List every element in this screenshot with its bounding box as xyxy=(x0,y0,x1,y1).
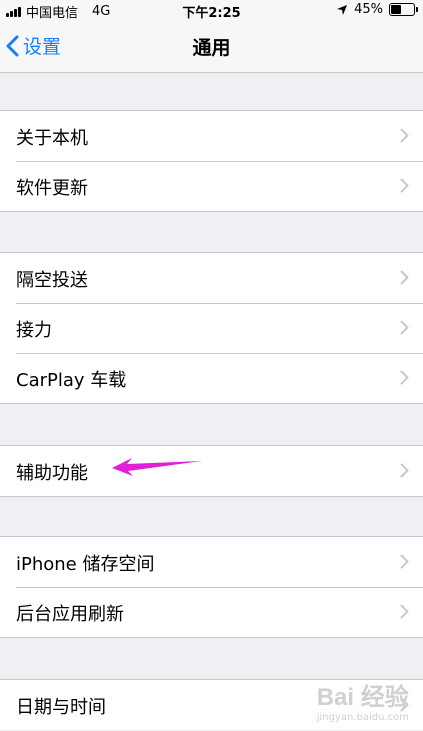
chevron-right-icon xyxy=(400,178,409,193)
watermark-logo: Bai 经验 xyxy=(316,684,409,711)
row-label: 后台应用刷新 xyxy=(16,604,124,625)
settings-group-accessibility: 辅助功能 xyxy=(0,445,423,497)
row-label: iPhone 储存空间 xyxy=(16,554,155,575)
settings-row-airdrop[interactable]: 隔空投送 xyxy=(0,253,423,303)
chevron-right-icon xyxy=(400,604,409,619)
page-title: 通用 xyxy=(192,37,231,59)
row-label: 日期与时间 xyxy=(16,697,106,718)
row-label: 接力 xyxy=(16,320,52,341)
chevron-right-icon xyxy=(400,554,409,569)
chevron-right-icon xyxy=(400,370,409,385)
battery-percent: 45% xyxy=(354,2,383,17)
row-label: 辅助功能 xyxy=(16,463,88,484)
row-label: 隔空投送 xyxy=(16,270,88,291)
settings-row-software-update[interactable]: 软件更新 xyxy=(0,161,423,211)
settings-group-storage: iPhone 储存空间 后台应用刷新 xyxy=(0,536,423,638)
settings-row-background-app-refresh[interactable]: 后台应用刷新 xyxy=(0,587,423,637)
settings-row-handoff[interactable]: 接力 xyxy=(0,303,423,353)
row-label: 软件更新 xyxy=(16,178,88,199)
row-label: 关于本机 xyxy=(16,128,88,149)
settings-group-connectivity: 隔空投送 接力 CarPlay 车载 xyxy=(0,252,423,404)
chevron-right-icon xyxy=(400,463,409,478)
settings-row-accessibility[interactable]: 辅助功能 xyxy=(0,446,423,496)
settings-row-iphone-storage[interactable]: iPhone 储存空间 xyxy=(0,537,423,587)
watermark-url: jingyan.baidu.com xyxy=(316,712,409,723)
battery-fill xyxy=(391,5,401,14)
annotation-arrow-icon xyxy=(112,458,202,476)
status-right: 45% xyxy=(336,2,418,17)
battery-icon xyxy=(389,3,418,16)
settings-row-about[interactable]: 关于本机 xyxy=(0,111,423,161)
chevron-right-icon xyxy=(400,320,409,335)
navigation-bar: 设置 通用 xyxy=(0,20,423,73)
watermark: Bai 经验 jingyan.baidu.com xyxy=(317,677,409,723)
chevron-right-icon xyxy=(400,270,409,285)
settings-group-about: 关于本机 软件更新 xyxy=(0,110,423,212)
row-label: CarPlay 车载 xyxy=(16,370,127,391)
location-arrow-icon xyxy=(337,4,348,15)
settings-row-carplay[interactable]: CarPlay 车载 xyxy=(0,353,423,403)
status-bar: 中国电信 4G 下午2:25 45% xyxy=(0,0,423,21)
chevron-right-icon xyxy=(400,128,409,143)
